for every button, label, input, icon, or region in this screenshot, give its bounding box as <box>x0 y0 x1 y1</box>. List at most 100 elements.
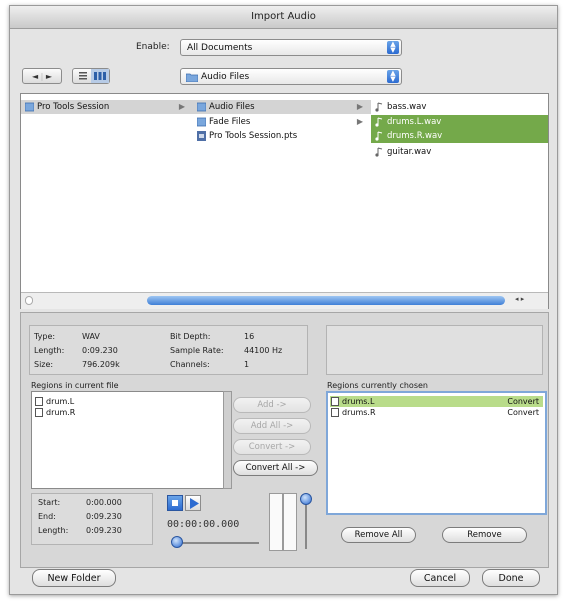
browser-item-label: Audio Files <box>209 102 255 112</box>
browser-item-drums-r-wav[interactable]: drums.R.wav <box>371 129 548 143</box>
list-item[interactable]: drums.R Convert <box>330 407 543 418</box>
back-arrow-icon[interactable]: ◄ <box>32 72 38 81</box>
add-button[interactable]: Add -> <box>233 397 311 413</box>
scrollbar-thumb[interactable] <box>147 296 505 305</box>
regions-chosen-list[interactable]: drums.L Convert drums.R Convert <box>326 391 547 515</box>
channels-value: 1 <box>244 360 250 369</box>
start-value: 0:00.000 <box>86 498 122 507</box>
browser-item-label: drums.R.wav <box>387 131 443 141</box>
browser-item-label: drums.L.wav <box>387 117 442 127</box>
end-label: End: <box>38 512 56 521</box>
folder-icon <box>197 102 206 112</box>
scroll-arrows-icon[interactable]: ◂ ▸ <box>515 295 524 303</box>
browser-item-fade-files[interactable]: Fade Files ▶ <box>193 115 371 129</box>
end-value: 0:09.230 <box>86 512 122 521</box>
region-icon <box>35 408 43 417</box>
length-label: Length: <box>38 526 69 535</box>
channels-label: Channels: <box>170 360 210 369</box>
file-browser[interactable]: Pro Tools Session ▶ Audio Files ▶ Fade F… <box>20 93 549 309</box>
browser-item-label: Pro Tools Session <box>37 102 110 112</box>
type-value: WAV <box>82 332 100 341</box>
browser-column-3: bass.wav drums.L.wav drums.R.wav guitar.… <box>371 94 548 292</box>
preview-position-track[interactable] <box>177 542 259 544</box>
import-audio-dialog: Import Audio Enable: All Documents ▲ ▼ ◄ … <box>9 5 558 595</box>
length-label: Length: <box>34 346 65 355</box>
browser-item-pro-tools-session[interactable]: Pro Tools Session ▶ <box>21 100 193 114</box>
stop-icon <box>172 500 178 506</box>
regions-current-scrollbar[interactable] <box>223 391 232 489</box>
folder-icon <box>186 73 198 82</box>
popup-arrows-icon: ▲ ▼ <box>387 41 399 54</box>
browser-item-label: guitar.wav <box>387 147 432 157</box>
audio-file-icon <box>375 147 383 157</box>
region-action: Convert <box>507 408 539 417</box>
convert-button[interactable]: Convert -> <box>233 439 311 455</box>
size-label: Size: <box>34 360 54 369</box>
view-mode-buttons[interactable] <box>72 68 110 84</box>
enable-popup[interactable]: All Documents ▲ ▼ <box>180 39 402 56</box>
browser-column-1: Pro Tools Session ▶ <box>21 94 194 292</box>
preview-timecode: 00:00:00.000 <box>167 519 240 530</box>
browser-column-2: Audio Files ▶ Fade Files ▶ Pro Tools Ses… <box>193 94 372 292</box>
new-folder-button[interactable]: New Folder <box>32 569 116 587</box>
back-forward-buttons[interactable]: ◄ | ► <box>22 68 62 84</box>
region-name: drum.L <box>46 397 75 406</box>
location-value: Audio Files <box>201 72 250 82</box>
file-info-box: Type: WAV Length: 0:09.230 Size: 796.209… <box>29 325 308 375</box>
start-label: Start: <box>38 498 61 507</box>
regions-chosen-label: Regions currently chosen <box>327 381 428 390</box>
stop-button[interactable] <box>167 495 183 511</box>
remove-all-button[interactable]: Remove All <box>341 527 416 543</box>
browser-item-label: bass.wav <box>387 102 427 112</box>
list-item[interactable]: drums.L Convert <box>330 396 543 407</box>
browser-item-guitar-wav[interactable]: guitar.wav <box>371 145 548 159</box>
region-icon <box>331 408 339 417</box>
remove-button[interactable]: Remove <box>442 527 527 543</box>
region-name: drums.R <box>342 408 376 417</box>
disclosure-arrow-icon: ▶ <box>178 102 185 111</box>
browser-item-drums-l-wav[interactable]: drums.L.wav <box>371 115 548 129</box>
audio-file-icon <box>375 131 383 141</box>
region-name: drum.R <box>46 408 76 417</box>
column-view-icon[interactable] <box>94 72 106 80</box>
region-icon <box>35 397 43 406</box>
region-name: drums.L <box>342 397 375 406</box>
list-view-icon[interactable] <box>79 72 87 80</box>
enable-value: All Documents <box>187 43 253 53</box>
sample-rate-value: 44100 Hz <box>244 346 283 355</box>
preview-position-knob[interactable] <box>171 536 183 548</box>
region-icon <box>331 397 339 406</box>
disclosure-arrow-icon: ▶ <box>356 117 363 126</box>
level-meter-left <box>269 493 283 551</box>
region-panel: Type: WAV Length: 0:09.230 Size: 796.209… <box>20 312 549 568</box>
cancel-button[interactable]: Cancel <box>410 569 470 587</box>
browser-item-bass-wav[interactable]: bass.wav <box>371 100 548 114</box>
region-action: Convert <box>507 397 539 406</box>
level-meter-right <box>283 493 297 551</box>
location-popup[interactable]: Audio Files ▲ ▼ <box>180 68 402 85</box>
forward-arrow-icon[interactable]: ► <box>46 72 52 81</box>
browser-item-session-file[interactable]: Pro Tools Session.pts <box>193 129 371 143</box>
length-value: 0:09.230 <box>86 526 122 535</box>
type-label: Type: <box>34 332 56 341</box>
browser-item-audio-files[interactable]: Audio Files ▶ <box>193 100 371 114</box>
audio-file-icon <box>375 117 383 127</box>
list-item[interactable]: drum.R <box>34 407 223 418</box>
convert-all-button[interactable]: Convert All -> <box>233 460 318 476</box>
regions-current-list[interactable]: drum.L drum.R <box>31 391 226 489</box>
volume-slider-knob[interactable] <box>300 493 312 505</box>
bit-depth-label: Bit Depth: <box>170 332 211 341</box>
popup-arrows-icon: ▲ ▼ <box>387 70 399 83</box>
horizontal-scrollbar[interactable]: ◂ ▸ <box>21 292 548 309</box>
window-title: Import Audio <box>10 6 557 29</box>
list-item[interactable]: drum.L <box>34 396 223 407</box>
folder-icon <box>25 102 34 112</box>
disclosure-arrow-icon: ▶ <box>356 102 363 111</box>
play-button[interactable] <box>185 495 201 511</box>
play-icon <box>190 498 199 509</box>
browser-item-label: Fade Files <box>209 117 251 127</box>
enable-label: Enable: <box>136 42 170 52</box>
regions-current-label: Regions in current file <box>31 381 119 390</box>
add-all-button[interactable]: Add All -> <box>233 418 311 434</box>
done-button[interactable]: Done <box>482 569 540 587</box>
